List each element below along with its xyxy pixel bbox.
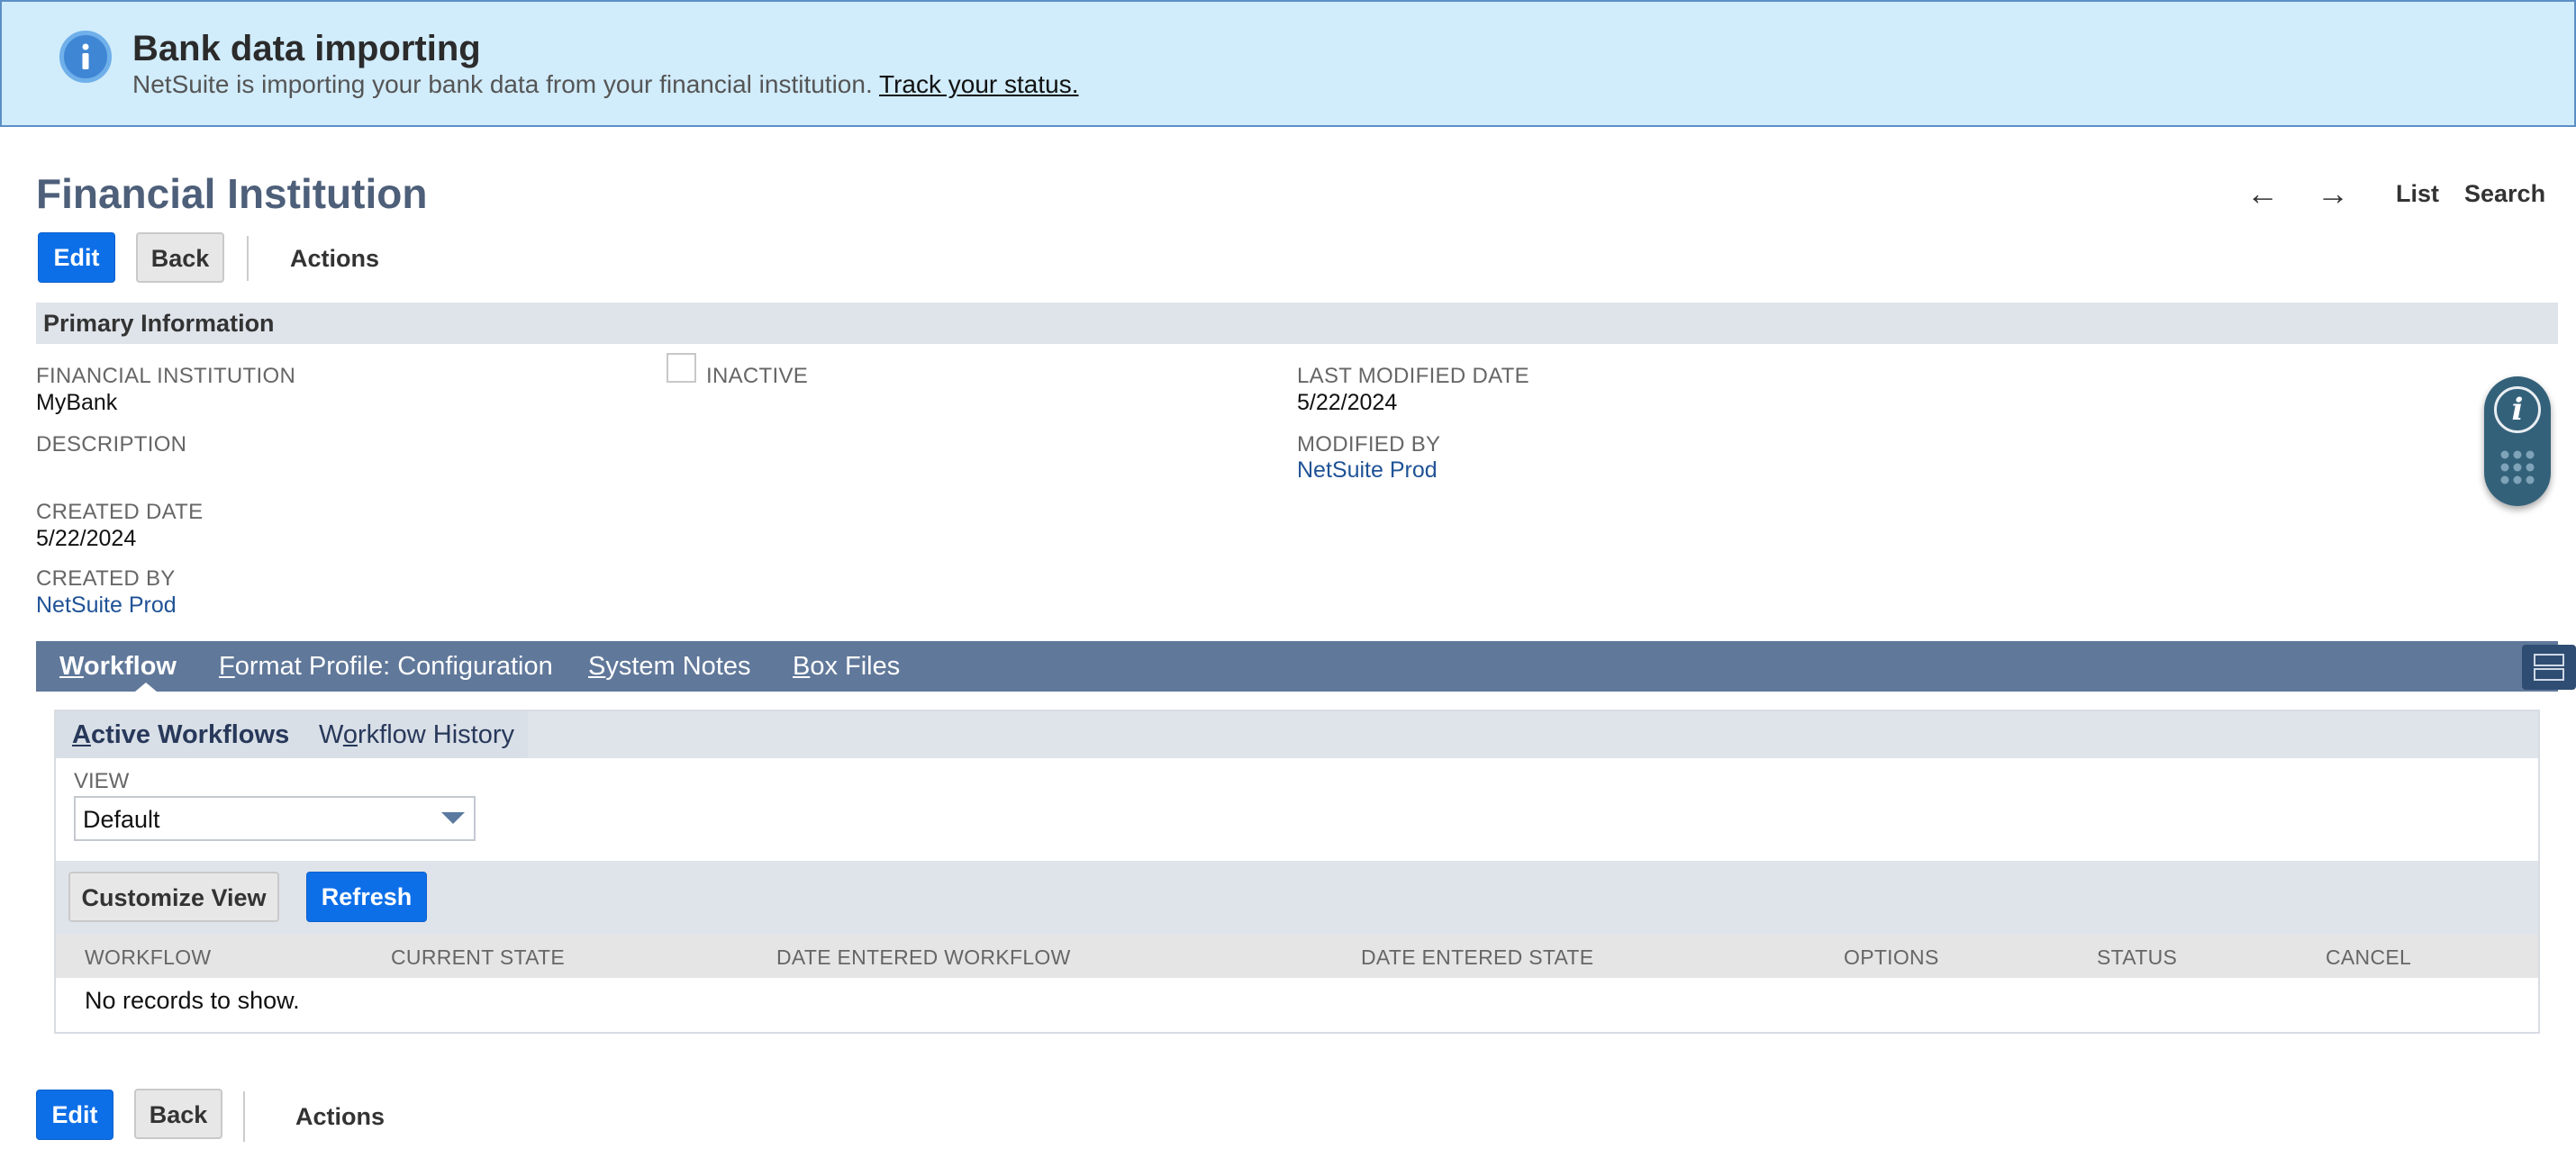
view-label: VIEW [74,769,130,793]
modified-by-label: MODIFIED BY [1297,432,1441,457]
track-status-link[interactable]: Track your status. [879,70,1078,98]
column-header-options[interactable]: OPTIONS [1844,945,1939,970]
active-tab-caret [135,683,157,692]
subtab-active-key: A [72,720,91,749]
last-modified-value: 5/22/2024 [1297,390,1398,415]
customize-view-button[interactable]: Customize View [68,872,279,922]
previous-record-icon[interactable]: ← [2246,175,2279,213]
column-header-date-entered-workflow[interactable]: DATE ENTERED WORKFLOW [776,945,1071,970]
dial-pad-icon[interactable] [2500,450,2535,484]
edit-button-bottom[interactable]: Edit [36,1090,113,1140]
info-circle-icon[interactable]: i [2494,386,2541,433]
search-link[interactable]: Search [2464,180,2545,208]
section-title: Primary Information [43,310,275,337]
subtab-active-workflows[interactable]: Active Workflows [72,720,289,750]
created-by-label: CREATED BY [36,566,176,591]
inactive-checkbox [667,353,696,383]
next-record-icon[interactable]: → [2317,175,2349,213]
banner-message-text: NetSuite is importing your bank data fro… [132,70,880,98]
column-header-cancel[interactable]: CANCEL [2326,945,2411,970]
tab-system-notes-key: S [588,652,606,681]
refresh-button[interactable]: Refresh [306,872,427,922]
primary-information-header[interactable]: Primary Information [36,303,2558,344]
column-header-current-state[interactable]: CURRENT STATE [391,945,565,970]
created-date-value: 5/22/2024 [36,526,137,551]
tab-format-profile-key: F [219,652,235,681]
subtab-history-label: rkflow History [358,720,515,749]
tab-box-files-key: B [793,652,811,681]
list-link[interactable]: List [2396,180,2439,208]
list-header: WORKFLOW CURRENT STATE DATE ENTERED WORK… [56,935,2538,978]
back-button-bottom[interactable]: Back [134,1089,222,1139]
view-select[interactable]: Default [74,796,476,841]
banner-title: Bank data importing [132,29,481,68]
tab-system-notes-label: ystem Notes [605,652,751,681]
description-label: DESCRIPTION [36,432,187,457]
view-select-value: Default [83,806,160,833]
workflow-panel: Active Workflows Workflow History VIEW D… [54,710,2540,1034]
tab-box-files[interactable]: Box Files [793,652,900,682]
edit-button[interactable]: Edit [38,232,115,283]
column-header-workflow[interactable]: WORKFLOW [85,945,211,970]
workflow-subtabs: Active Workflows Workflow History [56,711,2538,758]
actions-menu-bottom[interactable]: Actions [295,1103,385,1131]
help-widget[interactable]: i [2484,376,2551,506]
import-banner: Bank data importing NetSuite is importin… [0,0,2576,127]
tab-system-notes[interactable]: System Notes [588,652,751,682]
layout-toggle-icon[interactable] [2522,645,2576,690]
created-by-link[interactable]: NetSuite Prod [36,593,177,619]
subtab-active-label: ctive Workflows [90,720,290,749]
page-title: Financial Institution [36,170,428,217]
toolbar-divider [247,236,249,281]
list-button-bar: Customize View Refresh [56,861,2538,935]
subtab-workflow-history[interactable]: Workflow History [319,720,514,750]
tab-format-profile[interactable]: Format Profile: Configuration [219,652,553,682]
column-header-date-entered-state[interactable]: DATE ENTERED STATE [1361,945,1593,970]
tab-workflow[interactable]: Workflow [59,652,177,682]
page-root: Bank data importing NetSuite is importin… [0,0,2576,1176]
bottom-toolbar-divider [243,1091,245,1142]
created-date-label: CREATED DATE [36,500,204,524]
tab-workflow-label: orkflow [83,652,177,681]
financial-institution-value: MyBank [36,390,118,415]
column-header-status[interactable]: STATUS [2097,945,2177,970]
banner-message: NetSuite is importing your bank data fro… [132,70,1079,99]
empty-list-message: No records to show. [85,987,300,1014]
tab-workflow-key: W [59,652,84,681]
subrecord-tabs: Workflow Format Profile: Configuration S… [36,641,2576,692]
financial-institution-label: FINANCIAL INSTITUTION [36,364,296,388]
back-button[interactable]: Back [136,232,224,283]
actions-menu[interactable]: Actions [290,245,379,273]
info-icon [59,31,112,83]
tab-box-files-label: ox Files [810,652,901,681]
inactive-label: INACTIVE [706,364,809,388]
last-modified-label: LAST MODIFIED DATE [1297,364,1529,388]
tab-format-profile-label: ormat Profile: Configuration [234,652,553,681]
subtab-history-prefix: W [319,720,343,749]
chevron-down-icon [441,812,465,824]
modified-by-link[interactable]: NetSuite Prod [1297,457,1438,484]
subtab-history-key: o [342,720,358,749]
